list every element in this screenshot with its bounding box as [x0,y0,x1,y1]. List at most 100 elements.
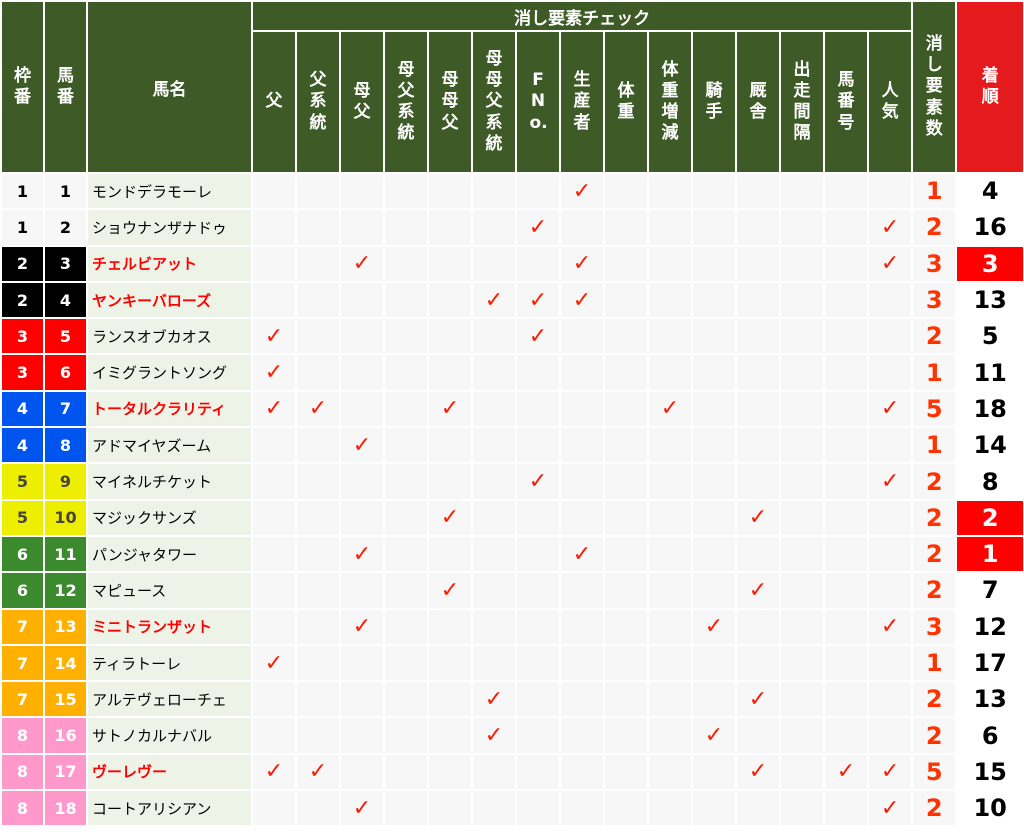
check-mark: ✓ [869,246,912,281]
check-cell [253,464,295,499]
check-cell [825,282,867,318]
table-row: 3 5 ランスオブカオス ✓ ✓ 2 5 [2,319,1024,354]
check-cell [649,609,691,644]
header-umaban: 馬番 [45,2,86,172]
elimination-count: 2 [913,791,956,826]
header-result: 着順 [957,2,1024,172]
table-row: 7 13 ミニトランザット ✓ ✓ ✓ 3 12 [2,609,1024,644]
check-cell [649,464,691,499]
header-col-11: 厩舎 [737,32,779,172]
check-cell [429,428,471,463]
check-cell [473,355,515,390]
check-cell [429,355,471,390]
umaban-cell: 11 [45,536,86,572]
header-col-3: 母父系統 [385,32,427,172]
check-mark: ✓ [869,210,912,245]
waku-cell: 1 [2,210,43,245]
check-cell [561,791,603,826]
check-cell [429,246,471,281]
check-cell [473,500,515,535]
finish-position: 13 [957,282,1024,318]
check-cell [385,210,427,245]
check-cell [473,464,515,499]
umaban-cell: 10 [45,500,86,535]
check-mark: ✓ [869,791,912,826]
check-cell [429,319,471,354]
elimination-count: 1 [913,355,956,390]
check-mark: ✓ [253,645,295,681]
header-elimination-group: 消し要素チェック [253,2,912,30]
finish-position: 2 [957,500,1024,535]
waku-cell: 4 [2,391,43,427]
check-cell [649,645,691,681]
finish-position: 8 [957,464,1024,499]
table-row: 6 11 パンジャタワー ✓ ✓ 2 1 [2,536,1024,572]
check-cell [825,573,867,608]
check-cell [693,464,735,499]
check-mark: ✓ [869,609,912,644]
elimination-count: 1 [913,645,956,681]
elimination-count: 2 [913,210,956,245]
check-mark: ✓ [737,754,779,790]
check-cell [561,428,603,463]
umaban-cell: 5 [45,319,86,354]
horse-name: パンジャタワー [88,536,251,572]
elimination-count: 1 [913,428,956,463]
header-row-top: 枠番 馬番 馬名 消し要素チェック 消し要素数 着順 [2,2,1024,172]
check-cell [869,174,912,209]
check-mark: ✓ [429,500,471,535]
check-cell [297,174,339,209]
check-cell [605,500,647,535]
header-col-12: 出走間隔 [781,32,823,172]
check-cell [341,319,383,354]
check-cell [473,246,515,281]
check-cell [693,174,735,209]
check-cell [693,428,735,463]
check-cell [605,355,647,390]
check-cell [825,174,867,209]
check-mark: ✓ [561,282,603,318]
header-waku: 枠番 [2,2,43,172]
check-cell [561,609,603,644]
check-cell [649,791,691,826]
table-row: 5 10 マジックサンズ ✓ ✓ 2 2 [2,500,1024,535]
check-cell [605,645,647,681]
check-cell [825,645,867,681]
check-cell [649,319,691,354]
horse-name: アドマイヤズーム [88,428,251,463]
umaban-cell: 15 [45,682,86,717]
check-cell [825,428,867,463]
check-mark: ✓ [473,682,515,717]
check-mark: ✓ [341,428,383,463]
check-mark: ✓ [341,609,383,644]
check-cell [473,645,515,681]
finish-position: 10 [957,791,1024,826]
check-cell [341,500,383,535]
check-cell [517,391,559,427]
check-cell [693,500,735,535]
check-mark: ✓ [737,682,779,717]
check-cell [605,210,647,245]
check-cell [825,536,867,572]
umaban-cell: 4 [45,282,86,318]
check-cell [473,319,515,354]
check-mark: ✓ [561,246,603,281]
header-col-14: 人気 [869,32,912,172]
waku-cell: 5 [2,500,43,535]
check-cell [781,246,823,281]
check-cell [781,355,823,390]
check-cell [297,573,339,608]
check-cell [341,754,383,790]
check-cell [649,718,691,753]
header-col-6: FNo. [517,32,559,172]
check-cell [649,682,691,717]
check-cell [825,718,867,753]
check-cell [385,609,427,644]
waku-cell: 8 [2,791,43,826]
check-cell [605,282,647,318]
elimination-count: 2 [913,573,956,608]
check-cell [473,754,515,790]
check-cell [341,210,383,245]
check-cell [781,536,823,572]
check-mark: ✓ [869,464,912,499]
